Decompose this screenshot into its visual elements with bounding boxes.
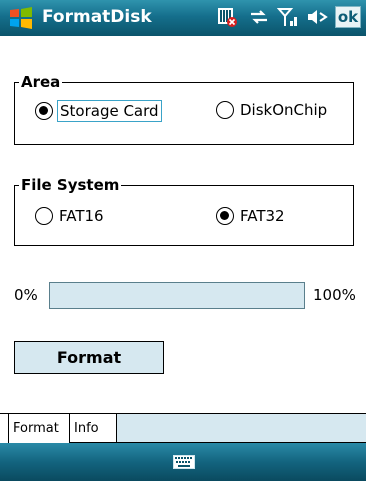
keyboard-icon[interactable] (173, 455, 195, 469)
radio-circle (35, 207, 53, 225)
progress-max-label: 100% (313, 286, 356, 304)
tab-format[interactable]: Format (8, 414, 70, 443)
ok-button[interactable]: ok (335, 6, 361, 28)
tab-strip-filler (117, 414, 366, 443)
windows-start-icon[interactable] (8, 6, 34, 30)
radio-circle (216, 101, 234, 119)
radio-circle-selected (216, 207, 234, 225)
volume-icon[interactable] (305, 6, 329, 28)
radio-diskonchip[interactable]: DiskOnChip (216, 101, 327, 119)
tab-info[interactable]: Info (70, 414, 117, 443)
signal-icon[interactable] (277, 6, 299, 28)
radio-storage-card[interactable]: Storage Card (35, 100, 162, 122)
radio-circle-selected (35, 102, 53, 120)
radio-fat16[interactable]: FAT16 (35, 207, 104, 225)
radio-storage-card-label: Storage Card (57, 100, 162, 122)
softkey-bar (0, 443, 366, 481)
radio-fat32-label: FAT32 (240, 207, 285, 225)
radio-fat16-label: FAT16 (59, 207, 104, 225)
radio-diskonchip-label: DiskOnChip (240, 101, 328, 119)
radio-fat32[interactable]: FAT32 (216, 207, 285, 225)
title-bar: FormatDisk ok (0, 0, 366, 36)
format-button[interactable]: Format (14, 341, 164, 374)
app-title: FormatDisk (42, 7, 152, 27)
file-system-legend: File System (21, 176, 120, 194)
progress-min-label: 0% (14, 286, 38, 304)
connectivity-icon[interactable] (248, 6, 270, 28)
tab-strip: Format Info (0, 413, 366, 443)
progress-bar (49, 282, 305, 309)
sim-card-missing-icon[interactable] (216, 6, 238, 28)
area-legend: Area (21, 73, 61, 91)
